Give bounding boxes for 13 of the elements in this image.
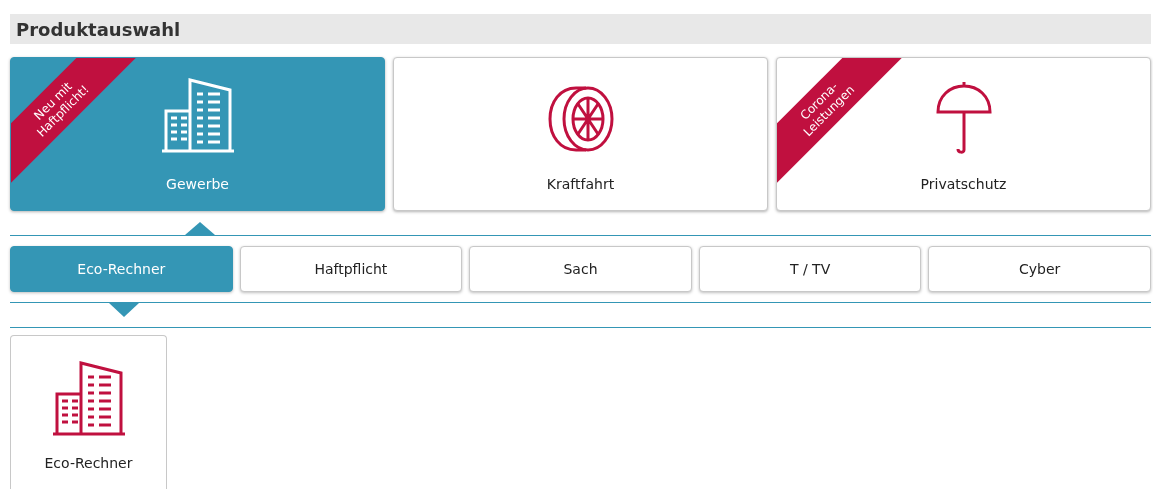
tab[interactable]: Haftpflicht <box>239 246 463 292</box>
tab[interactable]: Sach <box>469 246 692 292</box>
calculator-tile[interactable]: Eco-Rechner <box>10 335 167 489</box>
tab[interactable]: Cyber <box>928 246 1151 292</box>
building-icon <box>50 361 127 437</box>
tile-label: Eco-Rechner <box>44 455 133 471</box>
product-label: Kraftfahrt <box>546 176 615 192</box>
product-card[interactable]: Kraftfahrt <box>393 57 768 211</box>
product-label: Gewerbe <box>166 176 229 192</box>
building-icon <box>159 78 236 154</box>
tab[interactable]: T / TV <box>698 246 922 292</box>
product-label: Privatschutz <box>920 176 1007 192</box>
section-title: Produktauswahl <box>16 18 181 40</box>
